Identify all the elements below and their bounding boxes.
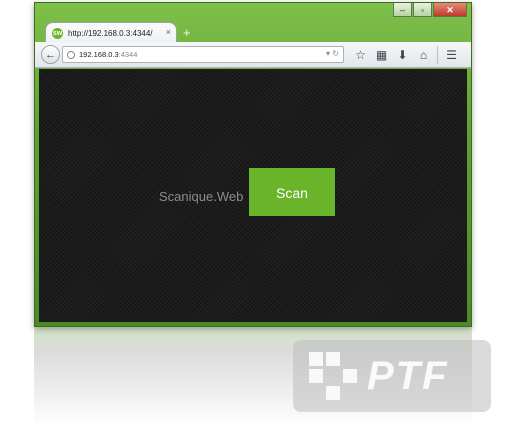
scan-button[interactable]: Scan xyxy=(249,168,335,216)
minimize-button[interactable]: ‒ xyxy=(393,3,412,17)
toolbar-separator xyxy=(437,45,438,64)
clipboard-icon[interactable]: ▦ xyxy=(371,48,392,62)
screenshot-stage: ‒ ▫ ✕ sw http://192.168.0.3:4344/ × + ← … xyxy=(0,0,512,433)
dropdown-icon[interactable]: ▾ xyxy=(326,49,330,58)
tab-strip: sw http://192.168.0.3:4344/ × + xyxy=(45,21,191,43)
close-window-button[interactable]: ✕ xyxy=(433,3,467,17)
browser-tab[interactable]: sw http://192.168.0.3:4344/ × xyxy=(45,22,177,43)
url-host: 192.168.0.3 xyxy=(79,50,119,59)
toolbar-icons: ☆ ▦ ⬇ ⌂ ☰ xyxy=(350,45,462,64)
url-port: :4344 xyxy=(118,50,138,59)
url-actions: ▾ ↻ xyxy=(326,49,339,58)
star-icon[interactable]: ☆ xyxy=(350,48,371,62)
favicon-icon: sw xyxy=(52,27,63,39)
maximize-button[interactable]: ▫ xyxy=(413,3,432,17)
tab-title: http://192.168.0.3:4344/ xyxy=(68,28,153,38)
globe-icon xyxy=(67,50,75,59)
watermark-logo-icon xyxy=(309,352,357,400)
window-caption-buttons: ‒ ▫ ✕ xyxy=(392,3,467,18)
download-icon[interactable]: ⬇ xyxy=(392,48,413,62)
watermark-text: PTF xyxy=(367,353,449,398)
back-button[interactable]: ← xyxy=(41,45,60,64)
tab-close-icon[interactable]: × xyxy=(166,27,171,37)
navigation-toolbar: ← 192.168.0.3:4344 ▾ ↻ ☆ ▦ ⬇ ⌂ ☰ xyxy=(35,42,471,68)
menu-icon[interactable]: ☰ xyxy=(441,48,462,62)
new-tab-button[interactable]: + xyxy=(183,26,191,39)
brand-label: Scanique.Web xyxy=(159,189,244,204)
browser-window: ‒ ▫ ✕ sw http://192.168.0.3:4344/ × + ← … xyxy=(34,2,472,327)
back-arrow-icon: ← xyxy=(45,49,56,61)
home-icon[interactable]: ⌂ xyxy=(413,48,434,62)
reload-icon[interactable]: ↻ xyxy=(332,49,339,58)
url-bar[interactable]: 192.168.0.3:4344 ▾ ↻ xyxy=(62,46,344,63)
watermark: PTF xyxy=(293,340,491,412)
page-content: Scanique.Web Scan xyxy=(39,69,467,322)
